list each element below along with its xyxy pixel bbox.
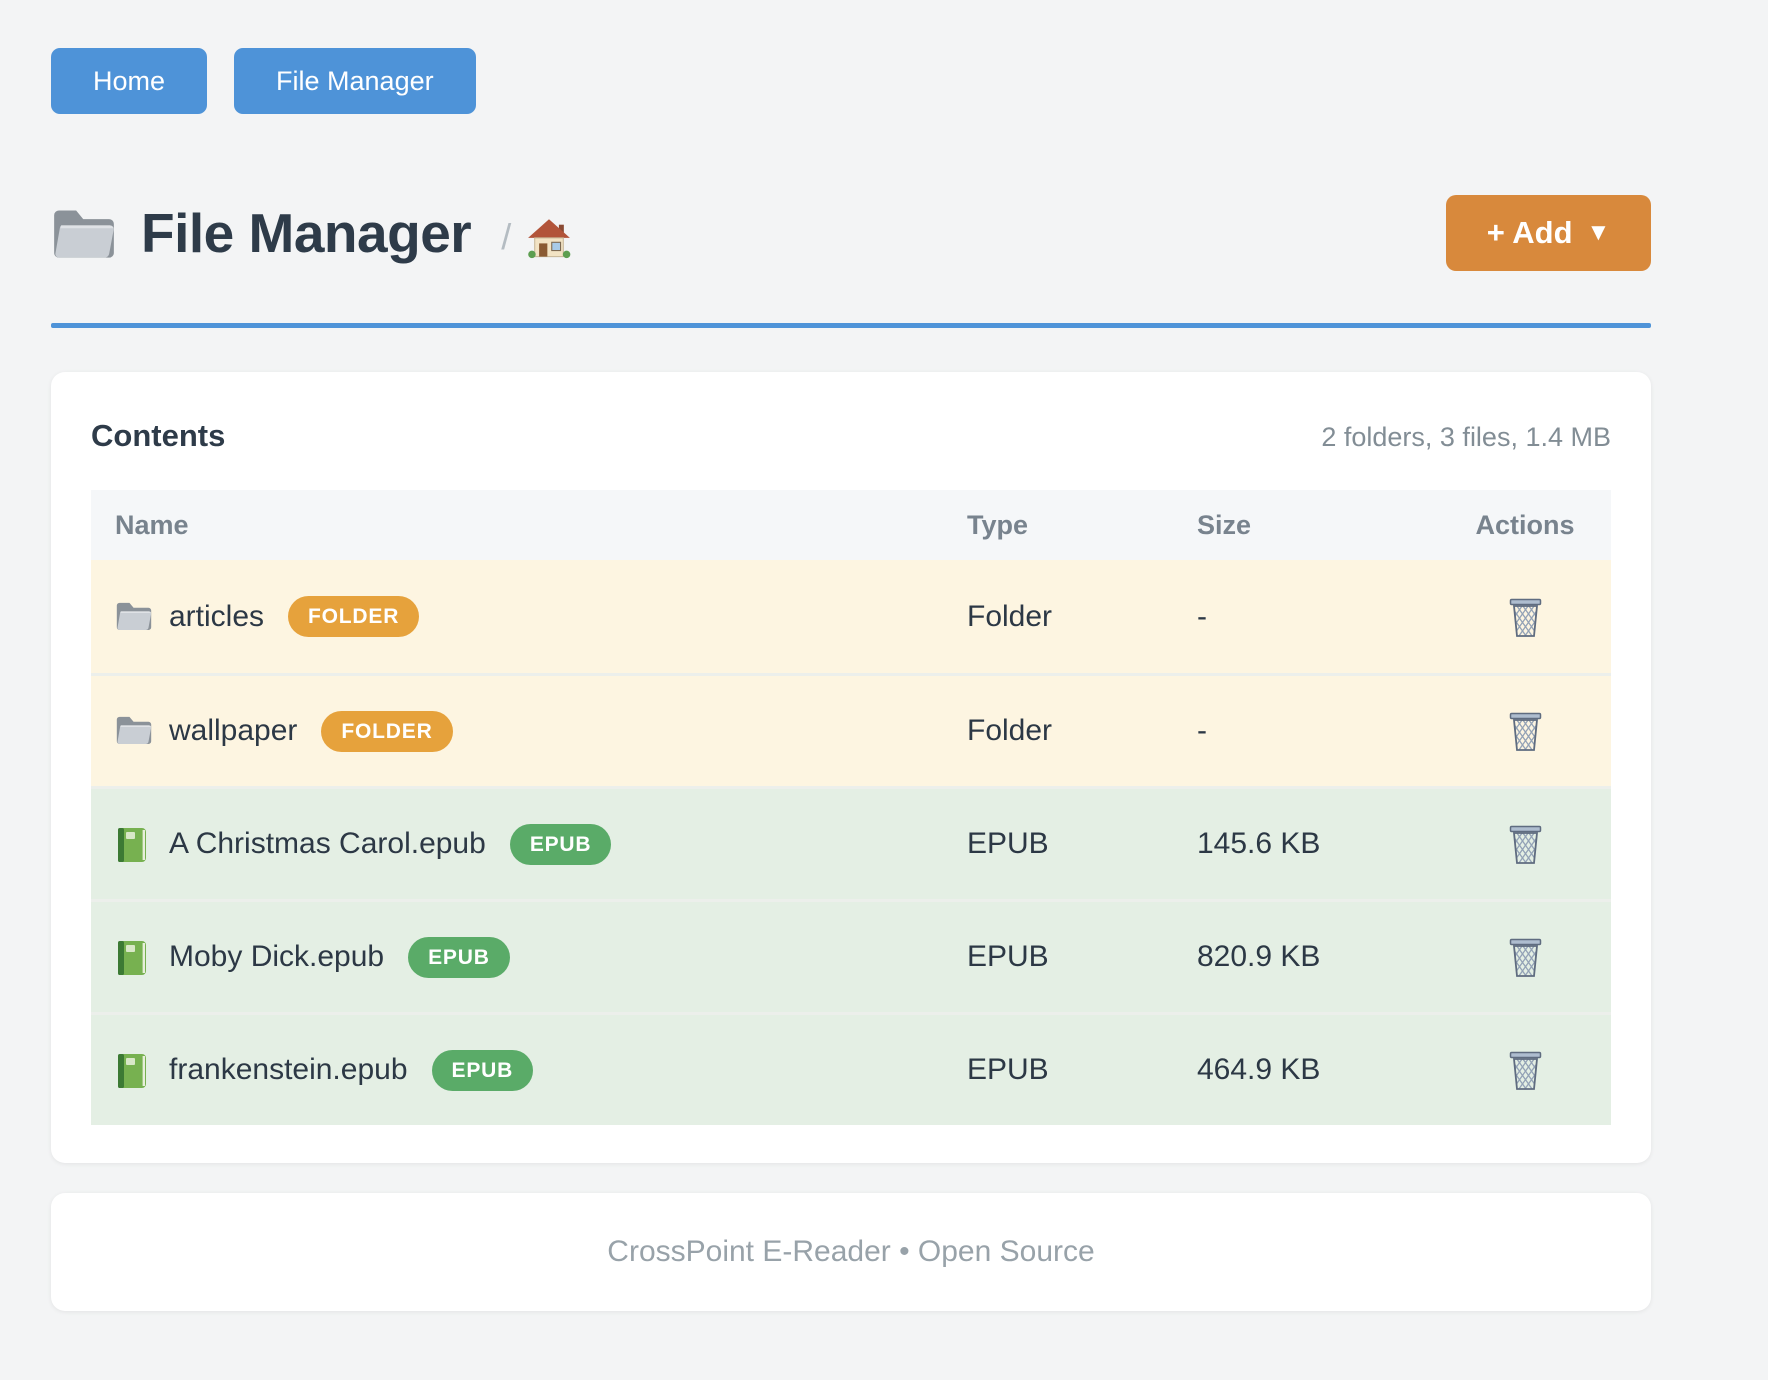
name-cell: articles FOLDER xyxy=(91,596,967,637)
page: Home File Manager File Manager / + Add ▼… xyxy=(51,0,1651,1311)
size-cell: 145.6 KB xyxy=(1197,827,1439,861)
type-badge: FOLDER xyxy=(321,711,452,752)
file-table: Name Type Size Actions articles FOLDER F… xyxy=(91,490,1611,1125)
trash-icon xyxy=(1507,596,1544,638)
table-row: Moby Dick.epub EPUB EPUB 820.9 KB xyxy=(91,899,1611,1012)
column-header-actions: Actions xyxy=(1439,510,1611,541)
name-cell: wallpaper FOLDER xyxy=(91,711,967,752)
file-name[interactable]: frankenstein.epub xyxy=(169,1053,408,1087)
folder-icon xyxy=(115,713,153,749)
type-badge: EPUB xyxy=(408,937,510,978)
delete-button[interactable] xyxy=(1503,592,1548,642)
size-cell: - xyxy=(1197,600,1439,634)
size-cell: - xyxy=(1197,714,1439,748)
trash-icon xyxy=(1507,1049,1544,1091)
file-name[interactable]: Moby Dick.epub xyxy=(169,940,384,974)
actions-cell xyxy=(1439,592,1611,642)
type-cell: EPUB xyxy=(967,827,1197,861)
green-book-icon xyxy=(115,826,153,862)
trash-icon xyxy=(1507,710,1544,752)
nav-file-manager-button[interactable]: File Manager xyxy=(234,48,476,114)
top-nav: Home File Manager xyxy=(51,0,1651,114)
folder-icon xyxy=(51,204,117,261)
file-name[interactable]: articles xyxy=(169,600,264,634)
contents-title: Contents xyxy=(91,418,225,454)
delete-button[interactable] xyxy=(1503,1045,1548,1095)
actions-cell xyxy=(1439,1045,1611,1095)
header-divider xyxy=(51,323,1651,328)
delete-button[interactable] xyxy=(1503,932,1548,982)
actions-cell xyxy=(1439,819,1611,869)
green-book-icon xyxy=(115,939,153,975)
home-breadcrumb-icon[interactable] xyxy=(527,217,571,261)
green-book-icon xyxy=(115,1052,153,1088)
add-button-label: + Add xyxy=(1487,215,1573,251)
page-header: File Manager / + Add ▼ xyxy=(51,190,1651,275)
add-button[interactable]: + Add ▼ xyxy=(1446,195,1651,271)
type-cell: Folder xyxy=(967,600,1197,634)
contents-card-header: Contents 2 folders, 3 files, 1.4 MB xyxy=(91,418,1611,454)
delete-button[interactable] xyxy=(1503,706,1548,756)
trash-icon xyxy=(1507,823,1544,865)
type-cell: EPUB xyxy=(967,940,1197,974)
footer-text: CrossPoint E-Reader • Open Source xyxy=(607,1235,1094,1269)
table-header-row: Name Type Size Actions xyxy=(91,490,1611,560)
type-badge: EPUB xyxy=(510,824,612,865)
actions-cell xyxy=(1439,706,1611,756)
type-badge: EPUB xyxy=(432,1050,534,1091)
type-cell: Folder xyxy=(967,714,1197,748)
column-header-name: Name xyxy=(91,510,967,541)
footer-card: CrossPoint E-Reader • Open Source xyxy=(51,1193,1651,1311)
table-row: wallpaper FOLDER Folder - xyxy=(91,673,1611,786)
type-cell: EPUB xyxy=(967,1053,1197,1087)
folder-icon xyxy=(115,599,153,635)
caret-down-icon: ▼ xyxy=(1587,221,1611,245)
type-badge: FOLDER xyxy=(288,596,419,637)
name-cell: Moby Dick.epub EPUB xyxy=(91,937,967,978)
delete-button[interactable] xyxy=(1503,819,1548,869)
size-cell: 820.9 KB xyxy=(1197,940,1439,974)
file-name[interactable]: wallpaper xyxy=(169,714,297,748)
size-cell: 464.9 KB xyxy=(1197,1053,1439,1087)
name-cell: frankenstein.epub EPUB xyxy=(91,1050,967,1091)
table-body: articles FOLDER Folder - wallpaper FOLDE… xyxy=(91,560,1611,1125)
table-row: articles FOLDER Folder - xyxy=(91,560,1611,673)
nav-home-button[interactable]: Home xyxy=(51,48,207,114)
table-row: frankenstein.epub EPUB EPUB 464.9 KB xyxy=(91,1012,1611,1125)
column-header-size: Size xyxy=(1197,510,1439,541)
column-header-type: Type xyxy=(967,510,1197,541)
file-name[interactable]: A Christmas Carol.epub xyxy=(169,827,486,861)
table-row: A Christmas Carol.epub EPUB EPUB 145.6 K… xyxy=(91,786,1611,899)
page-title-group: File Manager / xyxy=(51,201,571,265)
contents-card: Contents 2 folders, 3 files, 1.4 MB Name… xyxy=(51,372,1651,1163)
actions-cell xyxy=(1439,932,1611,982)
contents-summary: 2 folders, 3 files, 1.4 MB xyxy=(1321,422,1611,453)
breadcrumb-separator: / xyxy=(501,216,511,258)
page-title: File Manager xyxy=(141,201,471,265)
name-cell: A Christmas Carol.epub EPUB xyxy=(91,824,967,865)
trash-icon xyxy=(1507,936,1544,978)
